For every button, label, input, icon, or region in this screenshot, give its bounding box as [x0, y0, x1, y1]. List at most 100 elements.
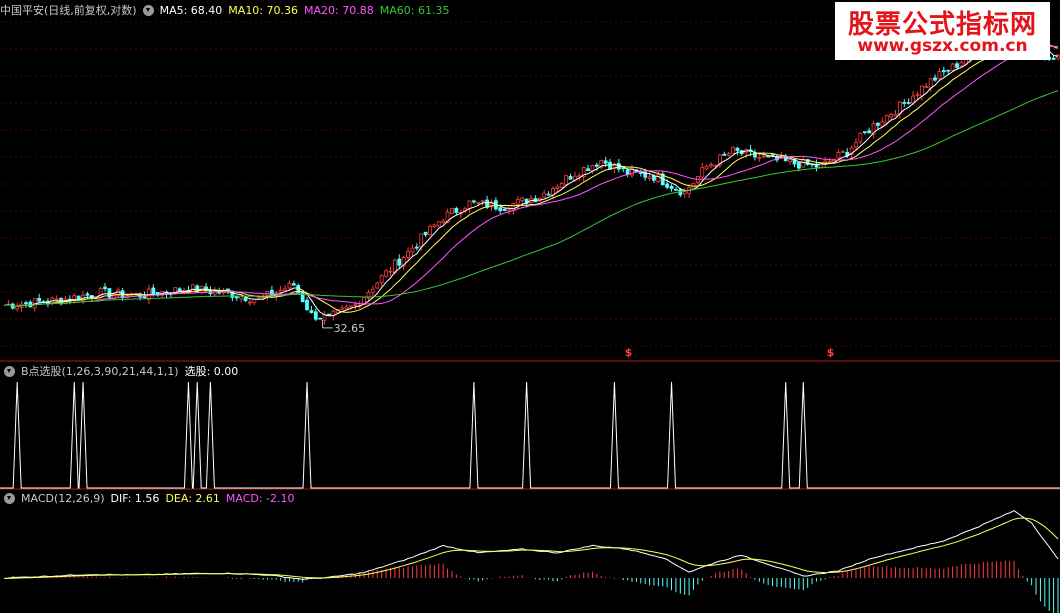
candle-up [713, 164, 718, 167]
candle-up [937, 71, 942, 80]
candle-down [941, 70, 946, 73]
candle-down [586, 168, 590, 172]
candle-up [344, 306, 349, 310]
candle-down [502, 208, 507, 212]
candle-down [1051, 57, 1056, 60]
candle-up [726, 153, 731, 156]
candle-up [432, 224, 437, 228]
candle-down [906, 101, 911, 104]
candle-up [15, 306, 20, 310]
ma20-label: MA20: 70.88 [304, 4, 374, 17]
candle-down [955, 63, 959, 68]
candle-up [564, 175, 569, 186]
candle-up [283, 288, 287, 291]
candle-down [37, 298, 42, 302]
watermark-url: www.gszx.com.cn [857, 36, 1028, 56]
candle-down [305, 299, 309, 311]
candle-up [827, 160, 832, 163]
candle-up [924, 86, 929, 88]
candle-up [630, 168, 634, 176]
signal-line [0, 381, 1060, 489]
signal-options-icon[interactable] [4, 365, 15, 377]
candle-down [309, 310, 314, 313]
candle-down [234, 296, 239, 299]
candle-up [353, 304, 358, 307]
candle-up [428, 225, 432, 236]
candle-down [946, 69, 951, 72]
candle-up [928, 78, 933, 89]
macd-panel-title: MACD(12,26,9) [21, 492, 105, 505]
ma10-line [3, 39, 1059, 313]
candle-up [858, 132, 863, 143]
candle-down [770, 154, 775, 157]
candle-down [498, 207, 503, 212]
candle-down [397, 258, 402, 266]
candle-up [406, 250, 410, 258]
candle-down [414, 246, 419, 249]
candle-down [876, 122, 880, 126]
candle-up [915, 93, 920, 96]
candle-up [419, 233, 424, 248]
price-legend: 中国平安(日线,前复权,对数) MA5: 68.40 MA10: 70.36 MA20… [0, 2, 455, 20]
candle-up [840, 151, 845, 153]
candle-down [472, 200, 476, 203]
candle-down [652, 175, 656, 181]
candle-up [278, 289, 283, 293]
ma5-label: MA5: 68.40 [159, 4, 223, 17]
candle-up [248, 301, 252, 304]
candle-down [568, 176, 573, 180]
candle-up [577, 175, 582, 178]
price-options-icon[interactable] [142, 4, 154, 16]
candle-down [735, 147, 740, 151]
candle-up [410, 247, 415, 253]
candle-down [638, 172, 643, 174]
candle-up [467, 200, 472, 209]
candle-up [709, 164, 713, 167]
candle-down [269, 289, 274, 296]
candle-down [616, 163, 621, 170]
candle-down [867, 130, 872, 134]
macd-legend: MACD(12,26,9) DIF: 1.56 DEA: 2.61 MACD: -2.… [0, 490, 301, 508]
candle-up [919, 85, 924, 97]
candle-up [480, 200, 485, 203]
candle-down [933, 77, 937, 81]
candle-down [177, 288, 182, 292]
candle-up [731, 146, 735, 154]
candle-down [313, 311, 318, 320]
candle-up [647, 176, 652, 179]
candle-up [388, 270, 393, 273]
candle-up [836, 152, 841, 159]
candle-down [24, 302, 28, 305]
candle-up [450, 208, 454, 214]
candle-up [507, 209, 511, 212]
candle-up [656, 174, 661, 182]
candle-up [880, 121, 885, 127]
candle-up [893, 113, 898, 117]
candle-up [854, 142, 858, 148]
candle-down [85, 293, 90, 296]
candle-down [546, 193, 551, 196]
candle-up [520, 197, 525, 202]
candle-up [682, 191, 687, 194]
dea-label: DEA: 2.61 [165, 492, 220, 505]
ma10-label: MA10: 70.36 [228, 4, 299, 17]
candle-down [862, 131, 867, 134]
candle-down [318, 317, 323, 320]
candle-down [243, 297, 248, 302]
signal-marker: $ [827, 346, 835, 359]
macd-options-icon[interactable] [4, 492, 15, 504]
macd-value-label: MACD: -2.10 [225, 492, 295, 505]
candle-down [665, 183, 670, 188]
candle-up [889, 114, 894, 118]
candle-up [379, 275, 384, 283]
candle-up [384, 270, 388, 277]
candle-up [559, 182, 564, 188]
candle-down [151, 287, 156, 295]
candle-up [884, 115, 889, 124]
candle-up [757, 156, 762, 159]
candle-up [436, 221, 441, 227]
candle-down [674, 188, 678, 191]
low-price-label: 32.65 [334, 322, 366, 335]
candle-down [603, 160, 608, 164]
ma20-line [3, 45, 1059, 307]
